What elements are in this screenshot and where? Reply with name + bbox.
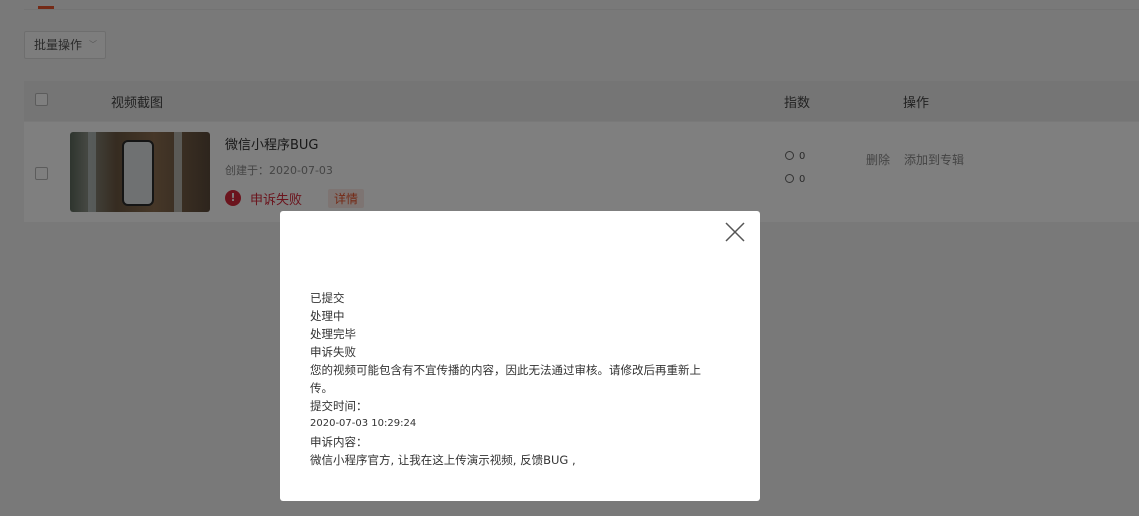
rejection-message-cont: 传。	[310, 381, 333, 395]
step-processing: 处理中	[310, 309, 345, 323]
rejection-message: 您的视频可能包含有不宜传播的内容，因此无法通过审核。请修改后再重新上	[310, 363, 701, 377]
appeal-content-value: 微信小程序官方, 让我在这上传演示视频, 反馈BUG ,	[310, 453, 576, 467]
submit-time-value: 2020-07-03 10:29:24	[310, 418, 417, 429]
submit-time-label: 提交时间：	[310, 399, 368, 413]
step-submitted: 已提交	[310, 291, 345, 305]
appeal-detail-modal: 已提交 处理中 处理完毕 申诉失败 您的视频可能包含有不宜传播的内容，因此无法通…	[280, 211, 760, 501]
close-icon[interactable]	[724, 221, 746, 243]
step-failed: 申诉失败	[310, 345, 356, 359]
modal-body: 已提交 处理中 处理完毕 申诉失败 您的视频可能包含有不宜传播的内容，因此无法通…	[310, 289, 730, 469]
step-processed: 处理完毕	[310, 327, 356, 341]
appeal-content-label: 申诉内容：	[310, 435, 368, 449]
